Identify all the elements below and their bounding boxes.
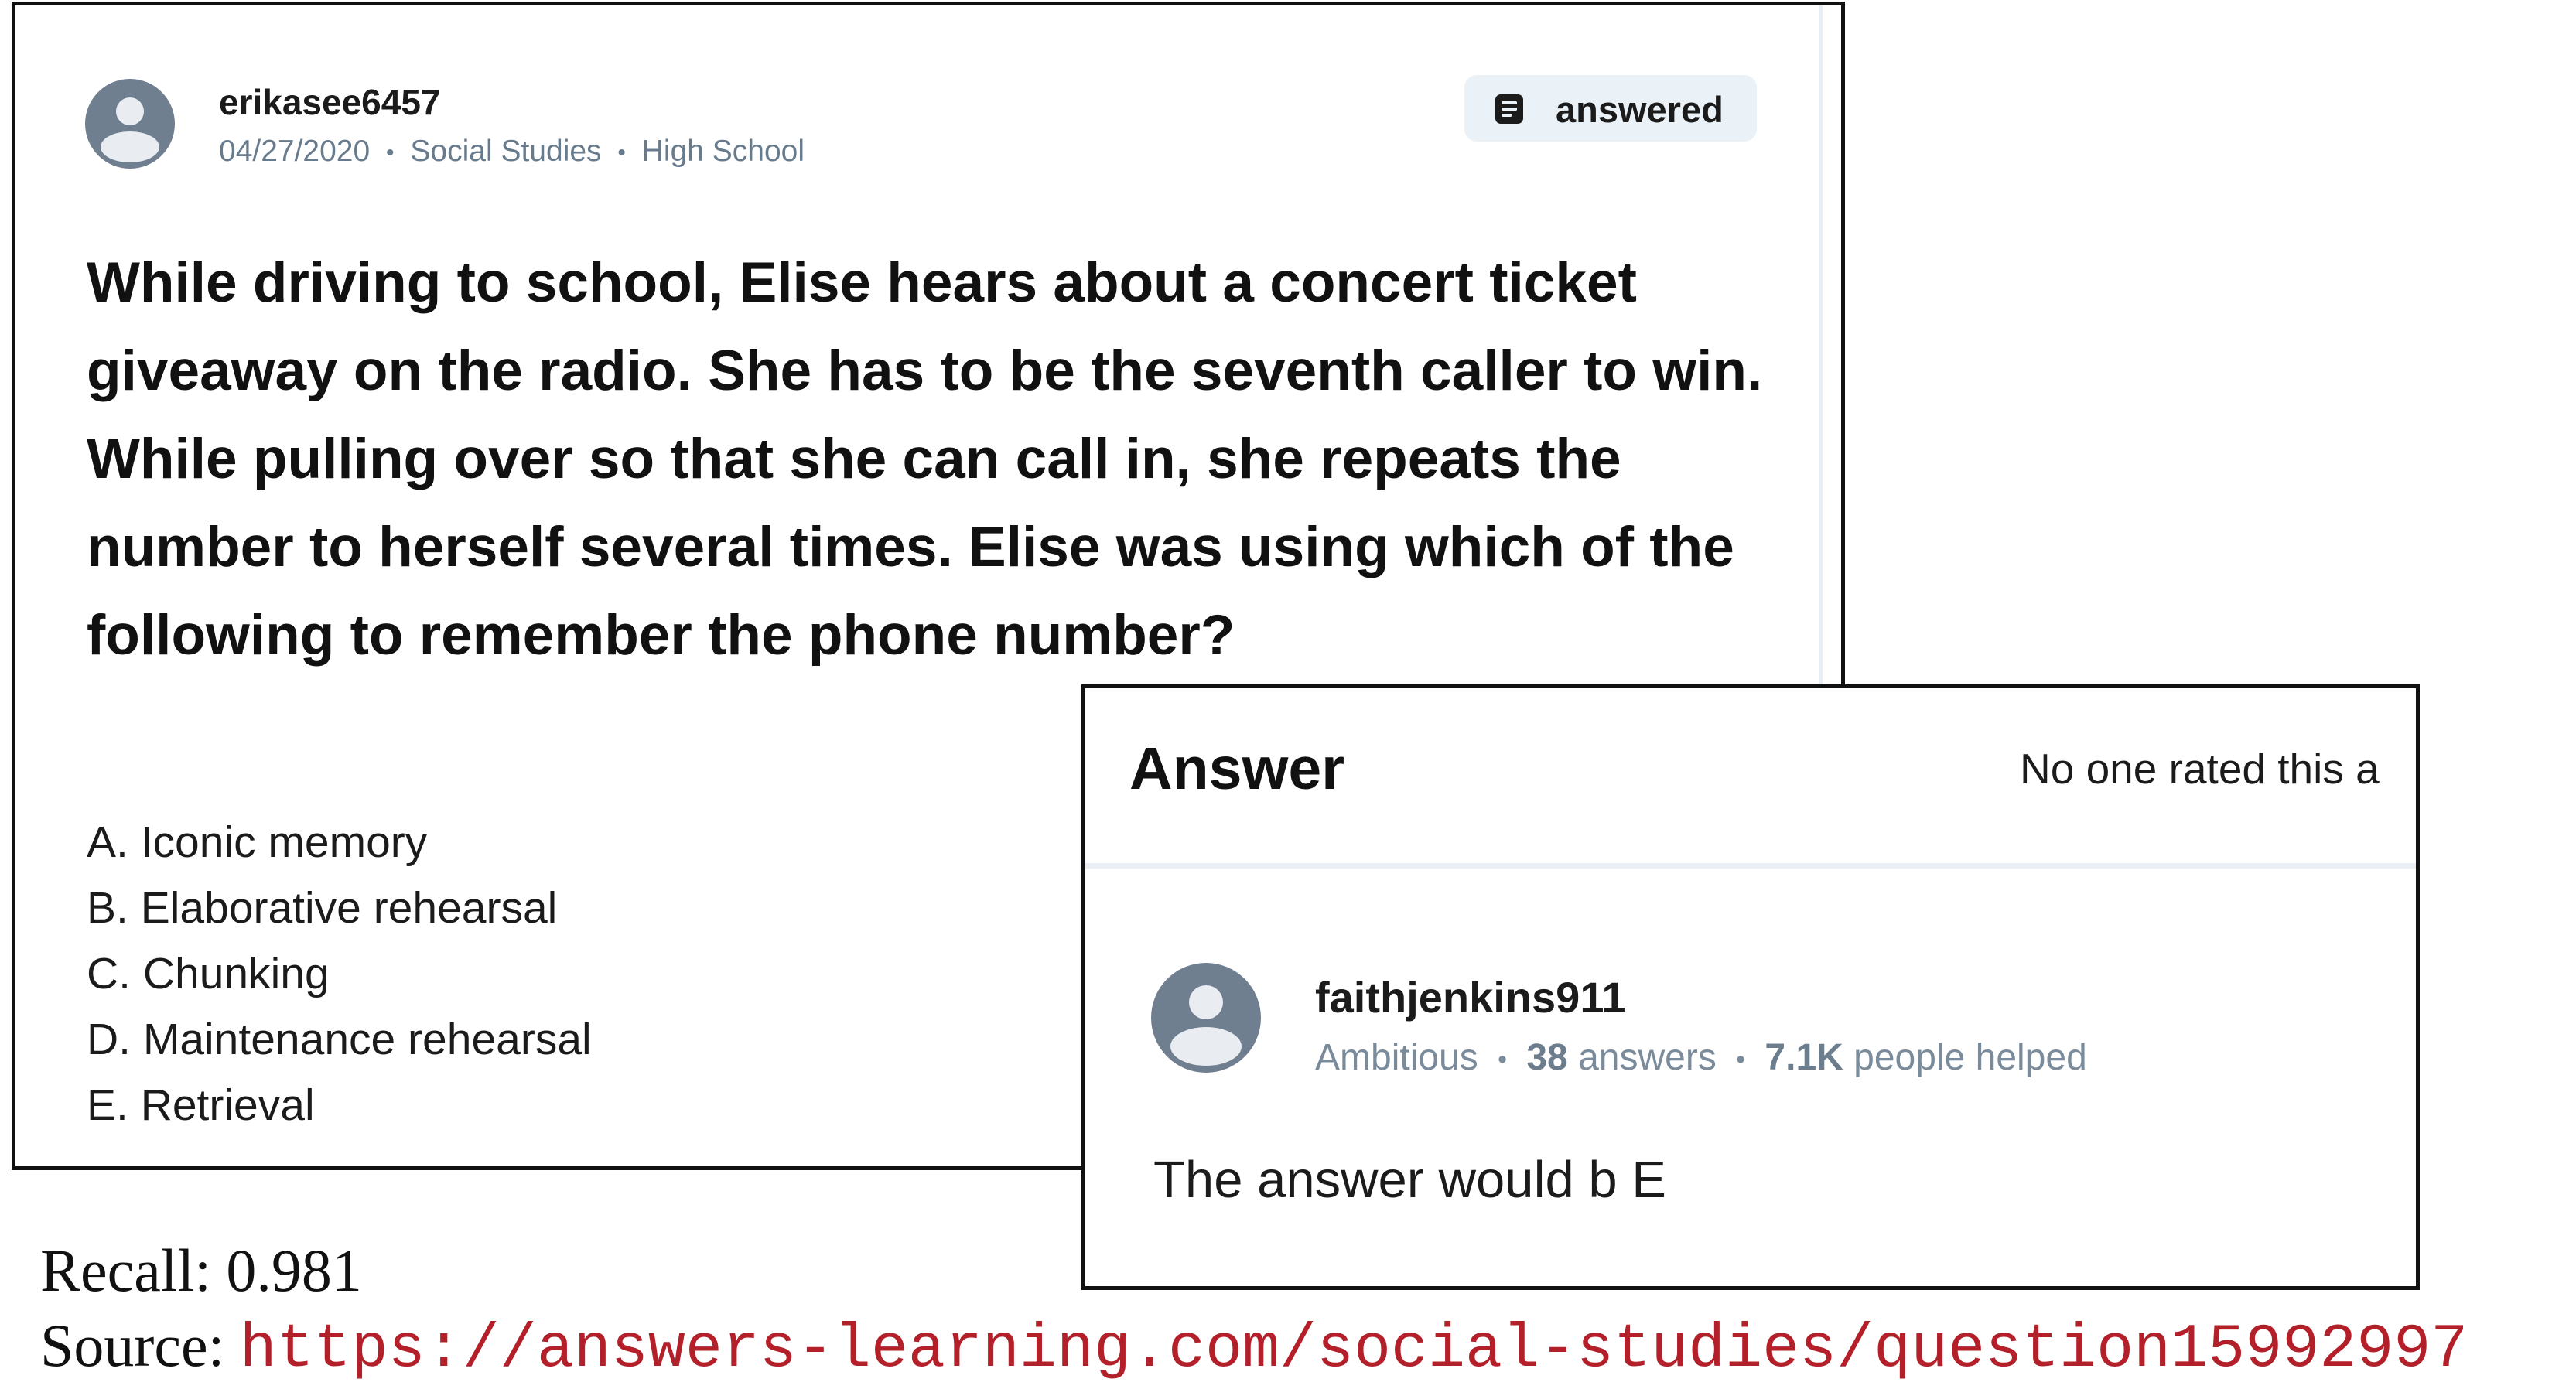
answer-body: The answer would b E [1153, 1151, 1666, 1209]
answer-card: Answer No one rated this a faithjenkins9… [1081, 684, 2420, 1290]
question-author-name[interactable]: erikasee6457 [219, 81, 441, 123]
source-line: Source: https://answers-learning.com/soc… [40, 1311, 2468, 1385]
question-text: While driving to school, Elise hears abo… [87, 251, 1763, 667]
avatar-body [1170, 1027, 1242, 1066]
helped-label: people helped [1853, 1037, 2087, 1078]
avatar-body [101, 131, 159, 162]
answer-heading: Answer [1129, 735, 1345, 802]
meta-separator: • [1498, 1044, 1507, 1074]
document-icon [1495, 94, 1523, 124]
user-avatar-icon[interactable] [85, 79, 175, 169]
option-item: E. Retrieval [87, 1080, 315, 1130]
answer-options-list: A. Iconic memory B. Elaborative rehearsa… [87, 810, 592, 1138]
question-date: 04/27/2020 [219, 135, 371, 168]
meta-separator: • [1736, 1044, 1746, 1074]
source-link[interactable]: https://answers-learning.com/social-stud… [240, 1315, 2468, 1385]
answer-author-name[interactable]: faithjenkins911 [1315, 972, 1626, 1022]
helped-count: 7.1K [1765, 1037, 1843, 1078]
question-subject[interactable]: Social Studies [410, 135, 601, 168]
status-badge: answered [1464, 75, 1757, 142]
meta-separator: • [617, 139, 626, 166]
avatar-head [116, 97, 144, 125]
status-badge-label: answered [1556, 89, 1724, 130]
answers-count: 38 [1526, 1037, 1568, 1078]
source-label: Source: [40, 1312, 225, 1379]
question-meta: 04/27/2020 • Social Studies • High Schoo… [219, 135, 805, 169]
avatar-head [1189, 985, 1223, 1019]
option-item: A. Iconic memory [87, 817, 428, 867]
recall-score: Recall: 0.981 [40, 1237, 362, 1304]
user-avatar-icon[interactable] [1151, 963, 1261, 1073]
meta-separator: • [386, 139, 395, 166]
author-rank: Ambitious [1315, 1037, 1478, 1078]
answers-label: answers [1578, 1037, 1717, 1078]
option-item: C. Chunking [87, 949, 330, 998]
answer-divider [1085, 863, 2416, 869]
option-item: D. Maintenance rehearsal [87, 1015, 592, 1064]
option-item: B. Elaborative rehearsal [87, 883, 558, 933]
rating-status: No one rated this a [2020, 745, 2380, 793]
answer-author-meta: Ambitious • 38 answers • 7.1K people hel… [1315, 1036, 2087, 1079]
question-level: High School [641, 135, 805, 168]
